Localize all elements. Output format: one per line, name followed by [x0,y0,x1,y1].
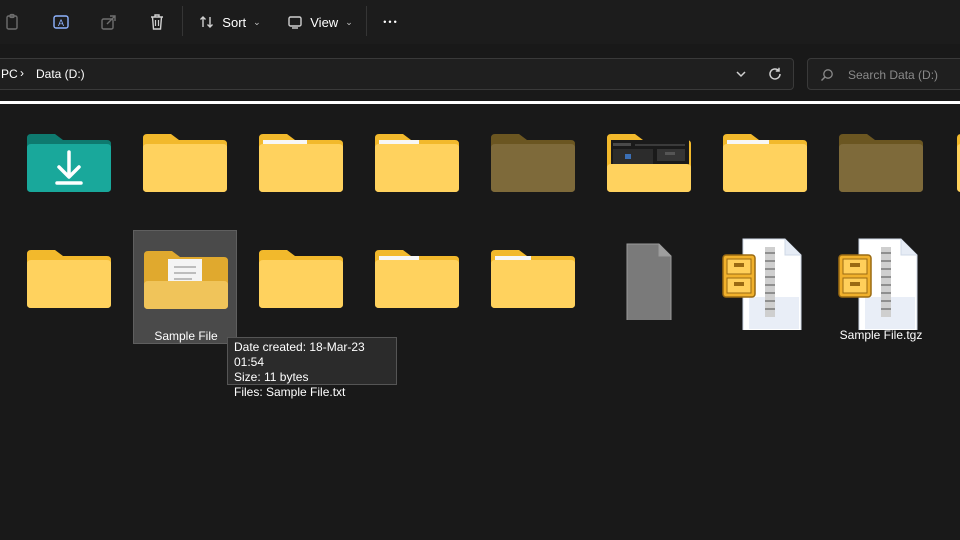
more-icon: ••• [383,17,399,27]
search-input[interactable]: Search Data (D:) [807,58,960,90]
more-options-button[interactable]: ••• [372,8,410,36]
tooltip-files: Files: Sample File.txt [234,385,346,399]
blank-file-icon [626,243,672,320]
archive-file-item[interactable] [713,230,817,344]
dimmed-folder-icon [839,134,923,192]
chevron-down-icon [736,71,746,78]
folder-item[interactable] [713,114,817,228]
toolbar-separator [182,6,183,36]
chevron-down-icon: ⌄ [345,16,353,27]
file-item[interactable] [597,230,701,344]
folder-icon [27,250,111,308]
item-name: Sample File.tgz [839,328,923,342]
folder-with-preview-icon [607,134,691,192]
address-bar[interactable]: PC › Data (D:) [0,58,794,90]
breadcrumb-separator-icon: › [20,66,24,80]
share-icon [101,15,116,30]
search-icon [821,69,833,81]
folder-icon [375,134,459,192]
refresh-button[interactable] [767,66,783,82]
folder-icon [375,250,459,308]
downloads-folder-icon [27,134,111,192]
view-button[interactable]: View ⌄ [280,8,360,36]
rename-icon: A [53,15,69,29]
folder-icon [143,134,227,192]
folder-icon [259,134,343,192]
folder-item[interactable] [365,230,469,344]
address-dropdown-button[interactable] [733,66,749,82]
sample-file-folder[interactable]: Sample File [133,230,237,344]
chevron-down-icon: ⌄ [253,16,261,27]
breadcrumb-pc[interactable]: PC [1,67,18,81]
archive-file-icon [838,238,918,330]
paste-icon [6,13,18,30]
folder-item[interactable] [133,114,237,228]
sort-icon [200,16,214,28]
sort-button[interactable]: Sort ⌄ [190,8,270,36]
hidden-folder-item[interactable] [829,114,933,228]
sort-label: Sort [222,14,247,30]
tooltip-date-created: Date created: 18-Mar-23 01:54 [234,340,365,369]
downloads-folder[interactable] [17,114,121,228]
delete-button[interactable] [143,8,171,36]
item-name: Sample File [154,329,218,343]
folder-with-document-icon [144,251,228,309]
folder-item-partial[interactable] [945,114,960,228]
tooltip-size: Size: 11 bytes [234,370,309,384]
archive-file-item[interactable]: Sample File.tgz [829,230,933,344]
folder-item[interactable] [365,114,469,228]
svg-text:A: A [58,18,64,28]
view-icon [288,16,302,29]
folder-item[interactable] [249,114,353,228]
hidden-folder-item[interactable] [481,114,585,228]
trash-icon [151,14,163,30]
rename-button[interactable]: A [47,8,75,36]
view-label: View [310,14,339,30]
refresh-icon [769,67,781,80]
breadcrumb-data-drive[interactable]: Data (D:) [36,67,85,81]
folder-item[interactable]: Sample File [17,230,121,344]
archive-file-icon [722,238,802,330]
toolbar-separator [366,6,367,36]
folder-icon [259,250,343,308]
folder-item[interactable] [249,230,353,344]
dimmed-folder-icon [491,134,575,192]
search-placeholder: Search Data (D:) [848,68,939,82]
command-bar: A Sort ⌄ View ⌄ ••• [0,0,960,44]
folder-icon [491,250,575,308]
file-view: Sample File Sample File.tgz [0,104,960,540]
file-info-tooltip: Date created: 18-Mar-23 01:54 Size: 11 b… [227,337,397,399]
folder-icon [723,134,807,192]
folder-item[interactable] [597,114,701,228]
paste-button[interactable] [0,8,24,36]
folder-item[interactable] [481,230,585,344]
folder-icon [957,134,960,192]
share-button[interactable] [95,8,123,36]
